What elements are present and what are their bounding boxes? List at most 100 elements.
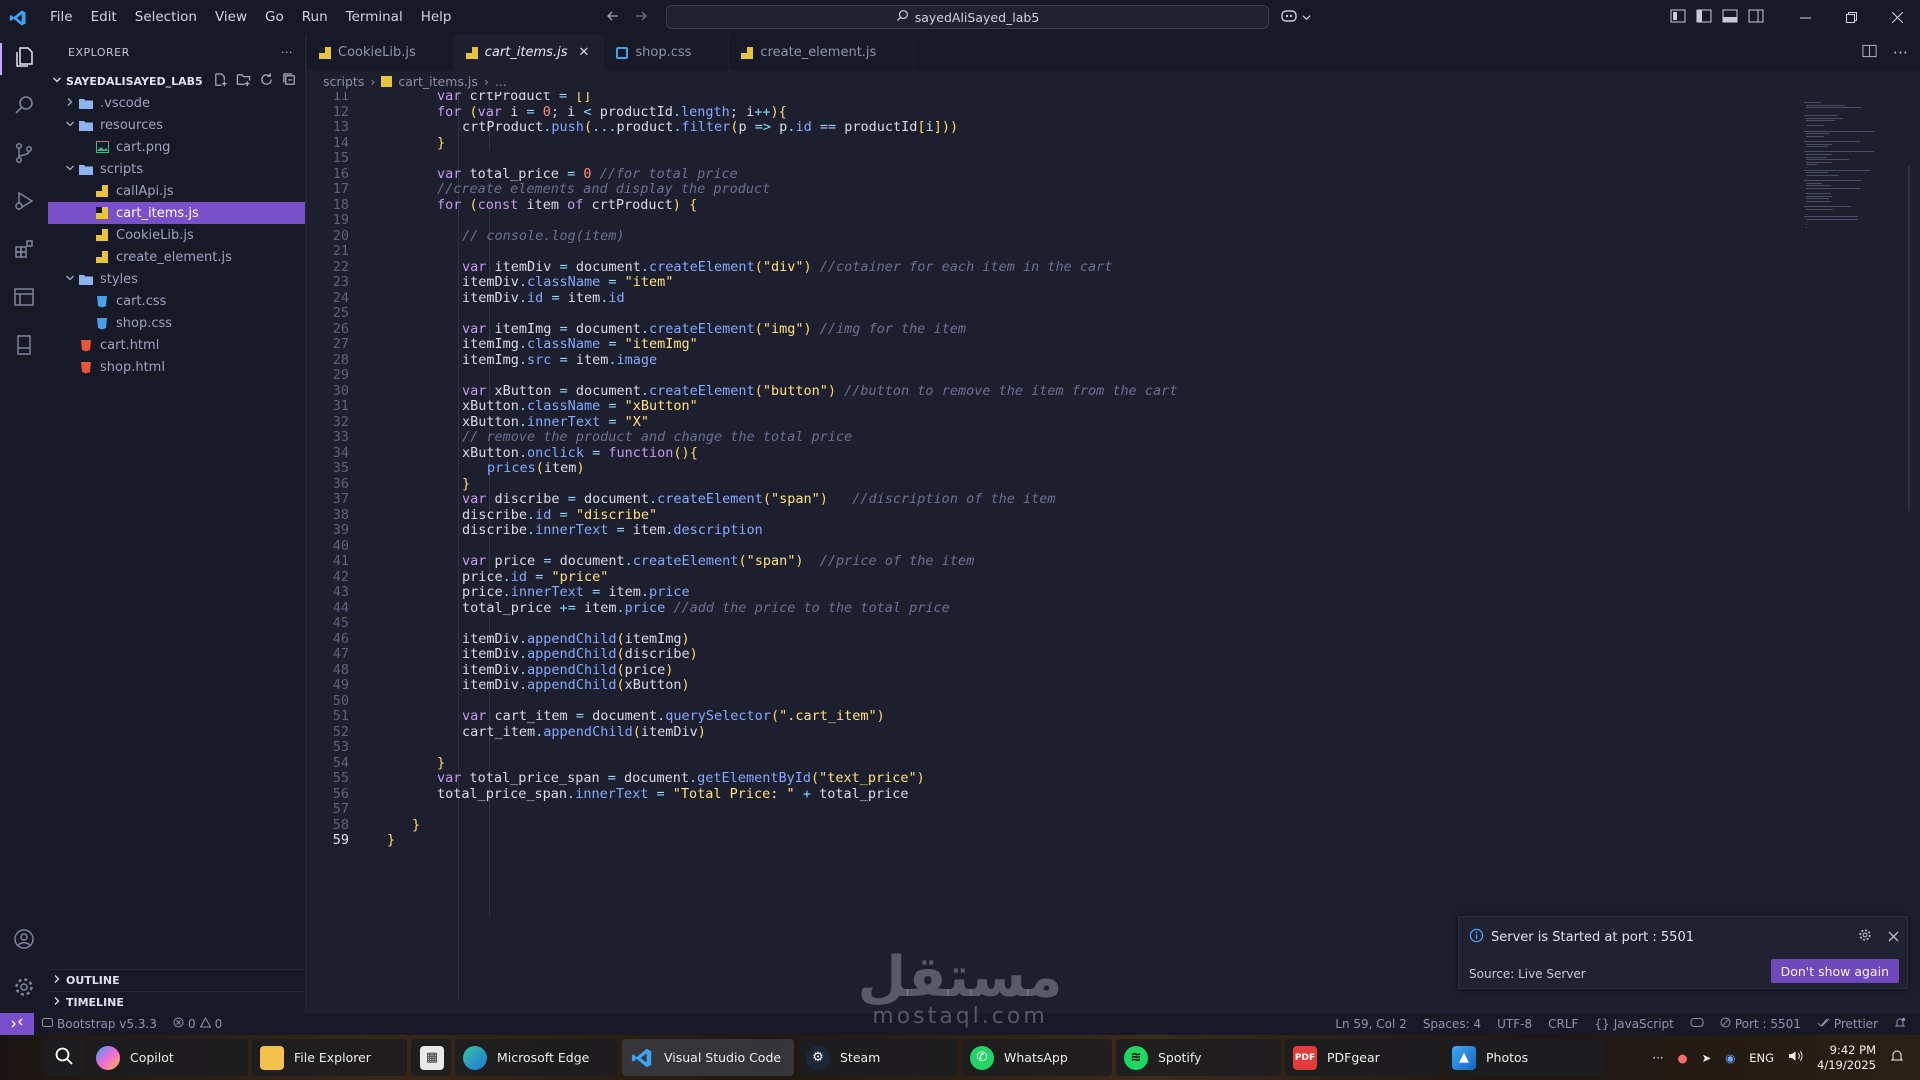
gear-icon[interactable] (1858, 927, 1872, 946)
breadcrumb-file[interactable]: cart_items.js (398, 74, 478, 89)
menu-edit[interactable]: Edit (82, 0, 126, 35)
close-window-button[interactable] (1874, 0, 1920, 35)
minimap-line (1806, 159, 1850, 161)
tab-shop-css[interactable]: shop.css (604, 35, 730, 70)
refresh-icon[interactable] (259, 72, 274, 90)
tree-item[interactable]: .vscode (48, 92, 305, 114)
tree-item[interactable]: callApi.js (48, 180, 305, 202)
menu-file[interactable]: File (41, 0, 82, 35)
network-icon[interactable]: ◉ (1725, 1051, 1735, 1065)
run-debug-activity[interactable] (0, 179, 48, 227)
indentation[interactable]: Spaces: 4 (1415, 1017, 1489, 1031)
code-editor[interactable]: 11 var crtProduct = [] 12 for (var i = 0; i… (307, 92, 1920, 1013)
split-editor-icon[interactable] (1862, 43, 1877, 62)
prettier-status[interactable]: Prettier (1809, 1017, 1886, 1031)
remote-indicator[interactable] (0, 1013, 34, 1035)
tab-label: create_element.js (760, 45, 877, 60)
taskbar-microsoft-edge[interactable]: Microsoft Edge (455, 1039, 618, 1076)
minimap-line (1806, 117, 1843, 119)
taskbar-pdfgear[interactable]: PDF PDFgear (1285, 1039, 1440, 1076)
show-hidden-icons[interactable]: ··· (1653, 1051, 1664, 1065)
back-arrow-icon[interactable] (606, 9, 620, 27)
problems-status[interactable]: 0 0 (165, 1016, 230, 1031)
tree-item[interactable]: shop.html (48, 356, 305, 378)
tree-item[interactable]: create_element.js (48, 246, 305, 268)
workspace-root[interactable]: SAYEDALISAYED_LAB5 (48, 70, 305, 92)
new-folder-icon[interactable] (236, 72, 251, 90)
taskbar-whatsapp[interactable]: ✆ WhatsApp (962, 1039, 1112, 1076)
toggle-primary-sidebar-icon[interactable] (1696, 9, 1712, 27)
minimize-button[interactable] (1782, 0, 1828, 35)
restore-button[interactable] (1828, 0, 1874, 35)
collapse-all-icon[interactable] (282, 72, 297, 90)
tree-item[interactable]: cart.png (48, 136, 305, 158)
menu-terminal[interactable]: Terminal (337, 0, 412, 35)
menu-help[interactable]: Help (412, 0, 461, 35)
toggle-panel-icon[interactable] (1722, 9, 1738, 27)
tree-item[interactable]: resources (48, 114, 305, 136)
taskbar-visual-studio-code[interactable]: Visual Studio Code (622, 1039, 794, 1076)
bootstrap-status[interactable]: Bootstrap v5.3.3 (34, 1017, 165, 1031)
more-actions-icon[interactable]: ··· (1893, 43, 1908, 62)
menu-go[interactable]: Go (256, 0, 293, 35)
outline-section[interactable]: OUTLINE (48, 969, 306, 991)
more-actions-icon[interactable]: ··· (281, 46, 293, 59)
new-file-icon[interactable] (213, 72, 228, 90)
tab-cookielib[interactable]: CookieLib.js (307, 35, 454, 70)
menu-view[interactable]: View (206, 0, 256, 35)
forward-arrow-icon[interactable] (634, 9, 648, 27)
tree-item[interactable]: CookieLib.js (48, 224, 305, 246)
accounts-activity[interactable] (0, 917, 48, 965)
tree-item[interactable]: scripts (48, 158, 305, 180)
end-of-line[interactable]: CRLF (1540, 1017, 1586, 1031)
clock[interactable]: 9:42 PM 4/19/2025 (1817, 1043, 1876, 1073)
extensions-activity[interactable] (0, 227, 48, 275)
tab-create-element[interactable]: create_element.js (729, 35, 915, 70)
remote-explorer-activity[interactable] (0, 275, 48, 323)
toggle-secondary-sidebar-icon[interactable] (1748, 9, 1764, 27)
taskbar-photos[interactable]: ▲ Photos (1444, 1039, 1604, 1076)
manage-activity[interactable] (0, 965, 48, 1013)
tree-item[interactable]: styles (48, 268, 305, 290)
testing-activity[interactable] (0, 323, 48, 371)
language-mode[interactable]: {} JavaScript (1586, 1017, 1681, 1031)
notification-bell-icon[interactable] (1890, 1049, 1904, 1066)
taskbar-spotify[interactable]: ≋ Spotify (1116, 1039, 1281, 1076)
tab-cart-items[interactable]: cart_items.js ✕ (453, 35, 605, 70)
source-control-activity[interactable] (0, 131, 48, 179)
telegram-icon[interactable]: ➤ (1702, 1051, 1712, 1065)
taskbar-copilot[interactable]: Copilot (88, 1039, 248, 1076)
tree-item[interactable]: cart.html (48, 334, 305, 356)
tree-item[interactable]: cart.css (48, 290, 305, 312)
taskbar-search-button[interactable] (44, 1039, 84, 1076)
copilot-menu[interactable] (1280, 8, 1311, 28)
vscode-logo-icon[interactable] (0, 0, 35, 35)
taskbar-store[interactable]: ▦ (411, 1039, 451, 1076)
copilot-status[interactable] (1682, 1017, 1712, 1031)
cursor-position[interactable]: Ln 59, Col 2 (1327, 1017, 1415, 1031)
menu-run[interactable]: Run (293, 0, 337, 35)
minimap[interactable] (1788, 92, 1908, 1013)
editor-scrollbar[interactable] (1908, 92, 1920, 1013)
search-activity[interactable] (0, 83, 48, 131)
volume-icon[interactable] (1788, 1049, 1803, 1066)
customize-layout-icon[interactable] (1670, 9, 1686, 27)
explorer-activity[interactable] (0, 35, 48, 83)
tree-item[interactable]: shop.css (48, 312, 305, 334)
command-center-search[interactable]: sayedAliSayed_lab5 (666, 5, 1269, 29)
security-icon[interactable]: ● (1678, 1051, 1688, 1065)
breadcrumb-folder[interactable]: scripts (323, 74, 364, 89)
timeline-section[interactable]: TIMELINE (48, 991, 306, 1013)
dont-show-again-button[interactable]: Don't show again (1770, 959, 1899, 983)
live-server-port[interactable]: Port : 5501 (1712, 1017, 1809, 1031)
tree-item[interactable]: cart_items.js (48, 202, 305, 224)
taskbar-steam[interactable]: ⚙ Steam (798, 1039, 958, 1076)
encoding[interactable]: UTF-8 (1489, 1017, 1540, 1031)
menu-selection[interactable]: Selection (126, 0, 206, 35)
notifications-status[interactable] (1886, 1017, 1914, 1032)
close-icon[interactable] (1888, 927, 1899, 946)
close-tab-icon[interactable]: ✕ (578, 45, 589, 60)
taskbar-file-explorer[interactable]: File Explorer (252, 1039, 407, 1076)
breadcrumb-symbol[interactable]: ... (495, 74, 507, 89)
language-indicator[interactable]: ENG (1749, 1051, 1774, 1065)
